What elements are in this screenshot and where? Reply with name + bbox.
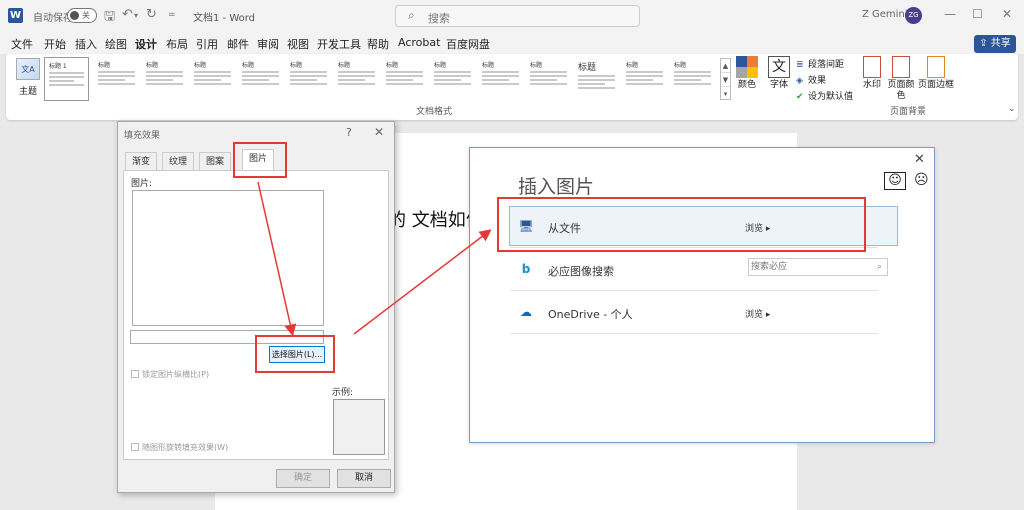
arrow-to-select-button <box>257 181 297 337</box>
annotation-arrows <box>257 181 492 337</box>
arrow-to-from-file <box>353 229 492 335</box>
